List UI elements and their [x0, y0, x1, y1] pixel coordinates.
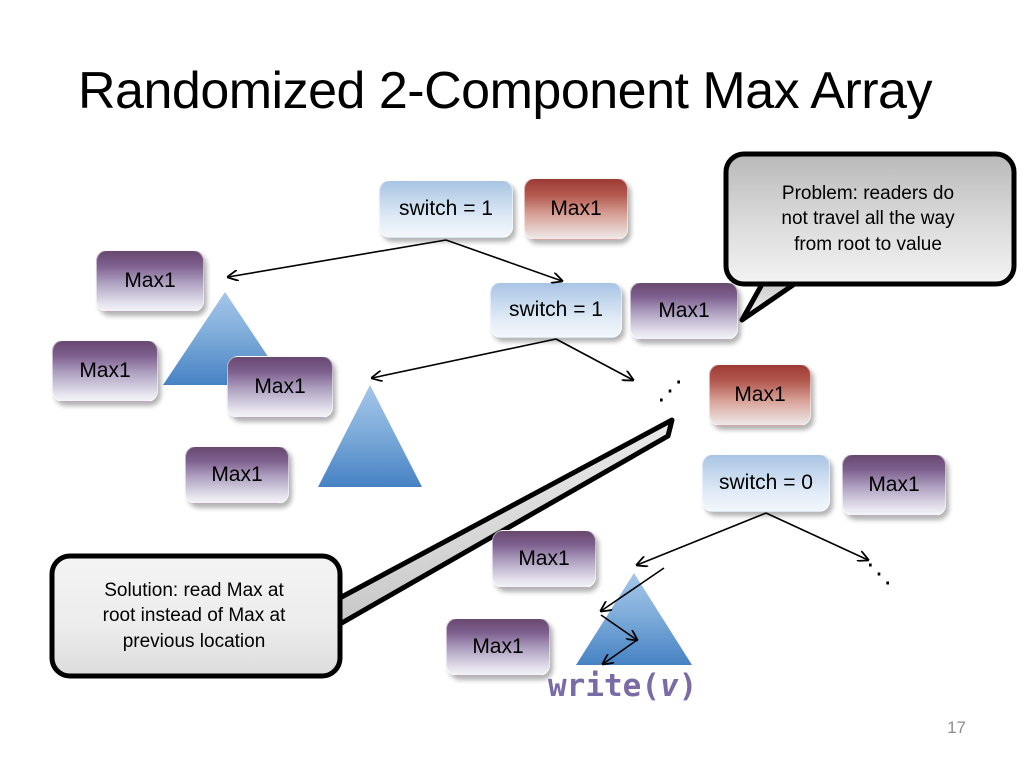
write-label-suffix: ): [678, 668, 698, 704]
write-path-arrows: [600, 567, 665, 664]
root-to-left-triangle: [228, 239, 447, 277]
node-label: switch = 0: [719, 471, 813, 494]
slide-canvas: Randomized 2-Component Max Array switch …: [0, 0, 1024, 768]
ellipsis-middle: ⋰: [657, 375, 684, 405]
node-max-right-red: Max1: [709, 364, 811, 426]
node-switch-low: switch = 0: [702, 454, 830, 512]
node-switch-root: switch = 1: [379, 180, 513, 238]
solution-callout-body: [49, 553, 343, 679]
node-label: Max1: [254, 375, 306, 398]
node-switch-mid: switch = 1: [490, 282, 622, 338]
problem-callout-body: [723, 151, 1017, 287]
root-to-mid-switch: [445, 239, 562, 281]
node-max-left-4: Max1: [185, 446, 289, 504]
low-to-ellipsis: [765, 512, 868, 560]
node-max-low-right: Max1: [842, 454, 946, 516]
mid-to-mid-triangle: [372, 338, 557, 378]
write-seg-3: [603, 639, 638, 664]
node-max-left-2: Max1: [52, 340, 158, 402]
triangle-bottom: [576, 573, 692, 665]
write-label-prefix: write(: [548, 668, 660, 704]
write-operation-label: write(v): [548, 668, 697, 704]
solution-callout-tail: [333, 417, 675, 627]
node-label: Max1: [734, 383, 786, 406]
node-label: Max1: [79, 359, 131, 382]
triangle-middle: [318, 385, 422, 487]
node-max-root: Max1: [524, 178, 628, 240]
node-label: Max1: [472, 635, 524, 658]
node-label: Max1: [868, 473, 920, 496]
node-label: Max1: [658, 299, 710, 322]
mid-to-ellipsis: [555, 338, 633, 380]
page-number: 17: [947, 718, 966, 737]
write-label-variable: v: [659, 668, 679, 704]
node-max-left-3: Max1: [227, 356, 333, 418]
node-max-bot-2: Max1: [446, 618, 550, 676]
node-label: Max1: [518, 547, 570, 570]
write-seg-1: [601, 567, 665, 611]
ellipsis-bottom: ⋱: [866, 558, 893, 588]
node-label: Max1: [211, 463, 263, 486]
node-label: Max1: [124, 269, 176, 292]
write-seg-2: [600, 614, 637, 640]
low-to-bottom-triangle: [637, 512, 767, 565]
page-title: Randomized 2-Component Max Array: [78, 62, 932, 120]
node-max-bot-1: Max1: [492, 530, 596, 588]
node-label: Max1: [550, 197, 602, 220]
node-label: switch = 1: [399, 197, 493, 220]
node-label: switch = 1: [509, 298, 603, 321]
node-max-left-1: Max1: [96, 250, 204, 312]
